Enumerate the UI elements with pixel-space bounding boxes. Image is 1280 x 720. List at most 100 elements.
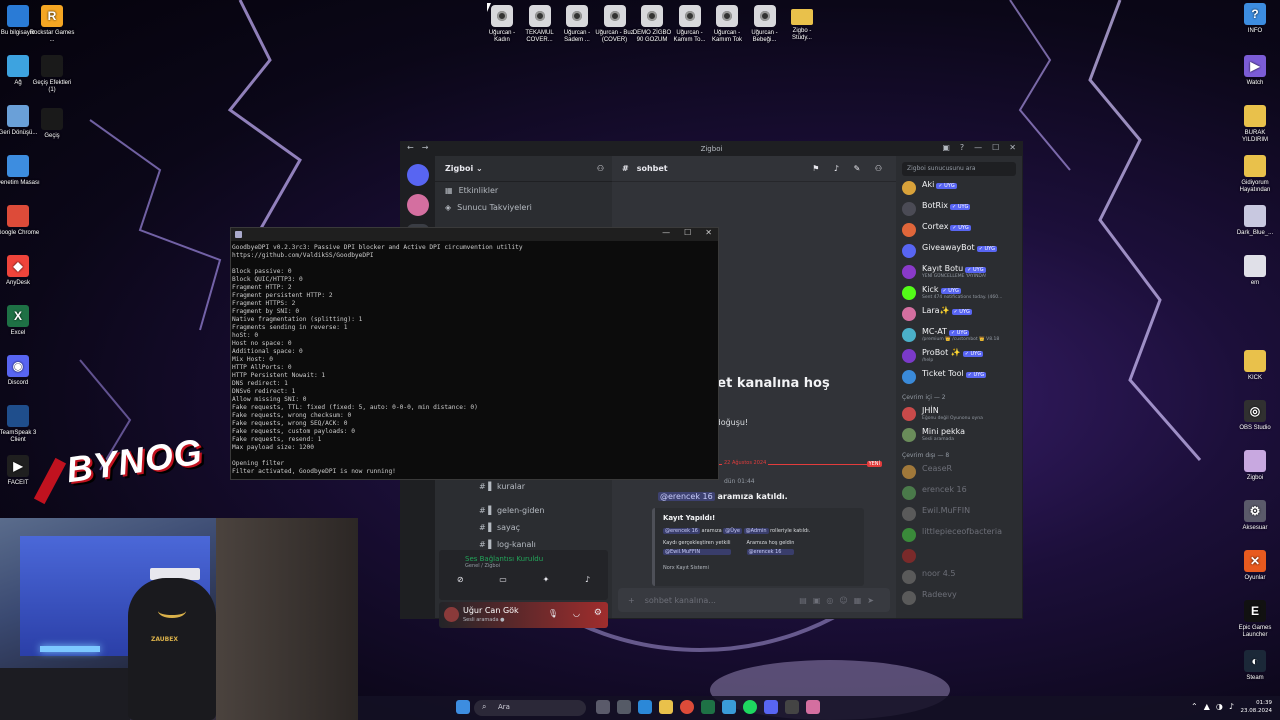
member-item[interactable]: Ewil.MuFFIN bbox=[902, 504, 1020, 524]
activities-icon[interactable]: ✦ bbox=[543, 575, 550, 584]
server-header[interactable]: Zigboi ⌄ ⚇ bbox=[435, 156, 612, 182]
camera-off-icon[interactable]: ⊘ bbox=[457, 575, 464, 584]
message-composer[interactable]: + sohbet kanalına... ▤▣◎☺▦➤ bbox=[618, 588, 890, 612]
folder-icon-item[interactable]: Zigbo - Stüdy... bbox=[782, 5, 822, 42]
desktop-icon[interactable]: E Epic Games Launcher bbox=[1232, 600, 1278, 639]
channel-item-log[interactable]: # ▌ log-kanalı bbox=[435, 540, 612, 549]
search-input[interactable]: Zigboi sunucusunu ara bbox=[902, 162, 1016, 176]
maximize-button[interactable]: ☐ bbox=[992, 143, 999, 152]
video-file-item[interactable]: Uğurcan - Bebeği... bbox=[745, 5, 785, 44]
inbox-icon[interactable]: ▣ bbox=[942, 143, 950, 152]
channel-item-gelen-giden[interactable]: # ▌ gelen-giden bbox=[435, 506, 612, 515]
microphone-icon[interactable]: 🎙 bbox=[548, 609, 558, 618]
member-item[interactable]: Aki ✓ UYG bbox=[902, 178, 1020, 198]
task-view-icon[interactable] bbox=[596, 700, 610, 714]
member-item[interactable]: erencek 16 bbox=[902, 483, 1020, 503]
start-button[interactable] bbox=[456, 700, 470, 714]
member-item[interactable]: Kick ✓ UYG Sent 474 notifications today. (… bbox=[902, 283, 1020, 303]
desktop-icon[interactable]: Dark_Blue_... bbox=[1232, 205, 1278, 237]
server-icon-zigboi[interactable] bbox=[407, 194, 429, 216]
member-item[interactable]: Lara✨ ✓ UYG bbox=[902, 304, 1020, 324]
video-file-item[interactable]: TEKAMUL COVER... bbox=[520, 5, 560, 44]
member-item[interactable]: Ticket Tool ✓ UYG bbox=[902, 367, 1020, 387]
member-item[interactable]: Mini pekka Sesli aramada bbox=[902, 425, 1020, 445]
member-item[interactable]: noor 4.5 bbox=[902, 567, 1020, 587]
video-file-item[interactable]: DEMO ZİGBO 90 GOZUM bbox=[632, 5, 672, 44]
gear-icon[interactable]: ⚙ bbox=[594, 608, 602, 618]
obs-icon[interactable] bbox=[785, 700, 799, 714]
desktop-icon[interactable]: Gidiyorum Hayatından bbox=[1232, 155, 1278, 194]
sidebar-item-events[interactable]: ▦ Etkinlikler bbox=[435, 182, 612, 199]
member-item[interactable]: littlepieceofbacteria bbox=[902, 525, 1020, 545]
member-item[interactable]: MC-AT ✓ UYG/premium 👑 /custombot 👑 V8.18 bbox=[902, 325, 1020, 345]
discord-titlebar[interactable]: ← → Zigboi ▣ ? — ☐ ✕ bbox=[401, 142, 1022, 156]
user-mention[interactable]: @erencek 16 bbox=[658, 492, 715, 501]
desktop-icon[interactable]: ✕ Oyunlar bbox=[1232, 550, 1278, 582]
close-button[interactable]: ✕ bbox=[705, 228, 712, 237]
video-file-item[interactable]: Uğurcan - Sadem ... bbox=[557, 5, 597, 44]
spotify-icon[interactable] bbox=[743, 700, 757, 714]
desktop-icon[interactable]: KICK bbox=[1232, 350, 1278, 382]
desktop-icon[interactable]: ⚙ Aksesuar bbox=[1232, 500, 1278, 532]
desktop-icon[interactable]: Geçiş Efektleri (1) bbox=[29, 55, 75, 94]
member-item[interactable]: BotRix ✓ UYG bbox=[902, 199, 1020, 219]
composer-input[interactable]: sohbet kanalına... bbox=[645, 596, 716, 605]
file-explorer-icon[interactable] bbox=[659, 700, 673, 714]
app-icon[interactable] bbox=[806, 700, 820, 714]
add-friend-icon[interactable]: ⚇ bbox=[597, 164, 604, 173]
plus-icon[interactable]: + bbox=[628, 596, 635, 605]
clock[interactable]: 01:39 23.08.2024 bbox=[1241, 699, 1273, 715]
video-file-item[interactable]: Uğurcan - Kamım To... bbox=[670, 5, 710, 44]
desktop-icon[interactable]: ◐ Steam bbox=[1232, 650, 1278, 682]
desktop-icon[interactable]: X Excel bbox=[0, 305, 41, 337]
desktop-icon[interactable]: ◎ OBS Studio bbox=[1232, 400, 1278, 432]
channel-item-kuralar[interactable]: # ▌ kuralar bbox=[435, 482, 612, 491]
avatar[interactable] bbox=[444, 607, 459, 622]
maximize-button[interactable]: ☐ bbox=[684, 228, 691, 237]
desktop-icon[interactable]: Google Chrome bbox=[0, 205, 41, 237]
back-arrow-icon[interactable]: ← bbox=[407, 143, 414, 152]
desktop-icon[interactable]: Geçiş bbox=[29, 108, 75, 140]
header-tools[interactable]: ⚑ ♪ ✎ ⚇ bbox=[812, 164, 896, 173]
member-item[interactable]: ProBot ✨ ✓ UYG/help bbox=[902, 346, 1020, 366]
desktop-icon[interactable]: ? INFO bbox=[1232, 3, 1278, 35]
composer-tools[interactable]: ▤▣◎☺▦➤ bbox=[799, 596, 890, 605]
member-item[interactable]: JHİN Eğonu değil Oyunonu oyna bbox=[902, 404, 1020, 424]
desktop-icon[interactable]: TeamSpeak 3 Client bbox=[0, 405, 41, 444]
edge-icon[interactable] bbox=[638, 700, 652, 714]
desktop-icon[interactable]: BURAK YILDIRIM bbox=[1232, 105, 1278, 144]
app-icon[interactable] bbox=[722, 700, 736, 714]
desktop-icon[interactable]: Denetim Masası bbox=[0, 155, 41, 187]
sidebar-item-boosts[interactable]: ◈ Sunucu Takviyeleri bbox=[435, 199, 612, 216]
member-item[interactable]: CeaseR bbox=[902, 462, 1020, 482]
search-input[interactable]: ⌕ Ara bbox=[474, 700, 586, 716]
system-tray[interactable]: ⌃▲◑♪ bbox=[1191, 702, 1240, 711]
member-item[interactable]: Radeevy bbox=[902, 588, 1020, 608]
console-titlebar[interactable]: — ☐ ✕ bbox=[231, 228, 718, 241]
soundboard-icon[interactable]: ♪ bbox=[585, 575, 590, 584]
video-file-item[interactable]: Uğurcan - Kamım Tok bbox=[707, 5, 747, 44]
minimize-button[interactable]: — bbox=[662, 228, 670, 237]
desktop-icon[interactable]: ▶ FACEIT bbox=[0, 455, 41, 487]
user-panel[interactable]: Uğur Can Gök Sesli aramada ● 🎙 ◡ ⚙ bbox=[439, 602, 608, 628]
desktop-icon[interactable]: R Rockstar Games ... bbox=[29, 5, 75, 44]
help-icon[interactable]: ? bbox=[960, 143, 964, 152]
discord-icon[interactable] bbox=[764, 700, 778, 714]
desktop-icon[interactable]: ◆ AnyDesk bbox=[0, 255, 41, 287]
desktop-icon[interactable]: Zigboi bbox=[1232, 450, 1278, 482]
home-button[interactable] bbox=[407, 164, 429, 186]
screen-share-icon[interactable]: ▭ bbox=[499, 575, 507, 584]
member-item[interactable] bbox=[902, 546, 1020, 566]
channel-item-sayac[interactable]: # ▌ sayaç bbox=[435, 523, 612, 532]
excel-icon[interactable] bbox=[701, 700, 715, 714]
desktop-icon[interactable]: ◉ Discord bbox=[0, 355, 41, 387]
desktop-icon[interactable]: em bbox=[1232, 255, 1278, 287]
member-item[interactable]: Kayıt Botu ✓ UYG YENİ GÜNCELLEME YAYINDA! bbox=[902, 262, 1020, 282]
minimize-button[interactable]: — bbox=[974, 143, 982, 152]
member-item[interactable]: GiveawayBot ✓ UYG bbox=[902, 241, 1020, 261]
forward-arrow-icon[interactable]: → bbox=[422, 143, 429, 152]
desktop-icon[interactable]: ▶ Watch bbox=[1232, 55, 1278, 87]
video-file-item[interactable]: Uğurcan - Kadın bbox=[482, 5, 522, 44]
close-button[interactable]: ✕ bbox=[1009, 143, 1016, 152]
widgets-icon[interactable] bbox=[617, 700, 631, 714]
